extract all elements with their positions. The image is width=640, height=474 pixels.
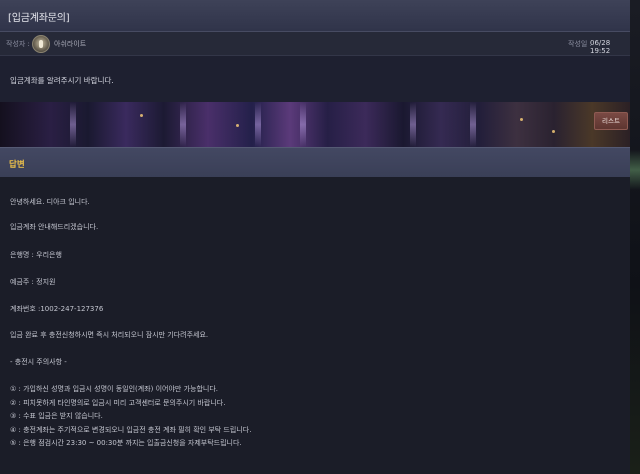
answer-line: 안녕하세요. 디아크 입니다. — [10, 198, 90, 206]
banner-light-streak — [70, 102, 76, 147]
date-label: 작성일 : — [568, 40, 592, 48]
list-button[interactable]: 리스트 — [594, 112, 628, 130]
date-value: 06/28 19:52 — [590, 39, 611, 55]
question-text: 입금계좌를 알려주시기 바랍니다. — [10, 76, 114, 85]
banner-spark — [520, 118, 523, 121]
question-body: 입금계좌를 알려주시기 바랍니다. — [0, 56, 630, 102]
answer-line: - 충전시 주의사항 - — [10, 358, 67, 366]
post-title-bar: [입금계좌문의] — [0, 0, 630, 32]
answer-line: 입금 완료 후 충전신청하시면 즉시 처리되오니 잠시만 기다려주세요. — [10, 331, 209, 339]
answer-line: ① : 가입하신 성명과 입금시 성명이 동일인(계좌) 이어야만 가능합니다. — [10, 385, 219, 393]
answer-line: 계좌번호 :1002-247-127376 — [10, 305, 104, 313]
author-name: 아쉬라이트 — [54, 40, 87, 48]
answer-line: 은행명 : 우리은행 — [10, 251, 62, 259]
avatar — [32, 35, 50, 53]
answer-line: ⑤ : 은행 점검시간 23:30 ~ 00:30분 까지는 입출금신청을 자제… — [10, 439, 242, 447]
banner-spark — [236, 124, 239, 127]
banner-light-streak — [255, 102, 261, 147]
post-title: [입금계좌문의] — [8, 13, 70, 24]
post-meta-bar: 작성자 : 아쉬라이트 작성일 : 06/28 19:52 — [0, 32, 630, 56]
window-edge — [630, 0, 640, 474]
answer-line: 입금계좌 안내해드리겠습니다. — [10, 223, 99, 231]
banner-spark — [140, 114, 143, 117]
banner-image — [0, 102, 630, 147]
banner-light-streak — [410, 102, 416, 147]
edge-glow — [630, 150, 640, 190]
answer-header: 답변 — [0, 147, 630, 177]
answer-line: ④ : 충전계좌는 주기적으로 변경되오니 입금전 충전 계좌 필히 확인 부탁… — [10, 426, 252, 434]
answer-body: 안녕하세요. 디아크 입니다. 입금계좌 안내해드리겠습니다. 은행명 : 우리… — [0, 177, 630, 474]
answer-line: 예금주 : 정지원 — [10, 278, 56, 286]
inquiry-panel: [입금계좌문의] 작성자 : 아쉬라이트 작성일 : 06/28 19:52 입… — [0, 0, 630, 474]
banner-light-streak — [470, 102, 476, 147]
banner-light-streak — [300, 102, 306, 147]
answer-line: ② : 피치못하게 타인명의로 입금시 미리 고객센터로 문의주시기 바랍니다. — [10, 399, 226, 407]
author-label: 작성자 : — [6, 40, 30, 48]
answer-title: 답변 — [9, 160, 25, 170]
answer-line: ③ : 수표 입금은 받지 않습니다. — [10, 412, 103, 420]
banner-spark — [552, 130, 555, 133]
banner-light-streak — [180, 102, 186, 147]
